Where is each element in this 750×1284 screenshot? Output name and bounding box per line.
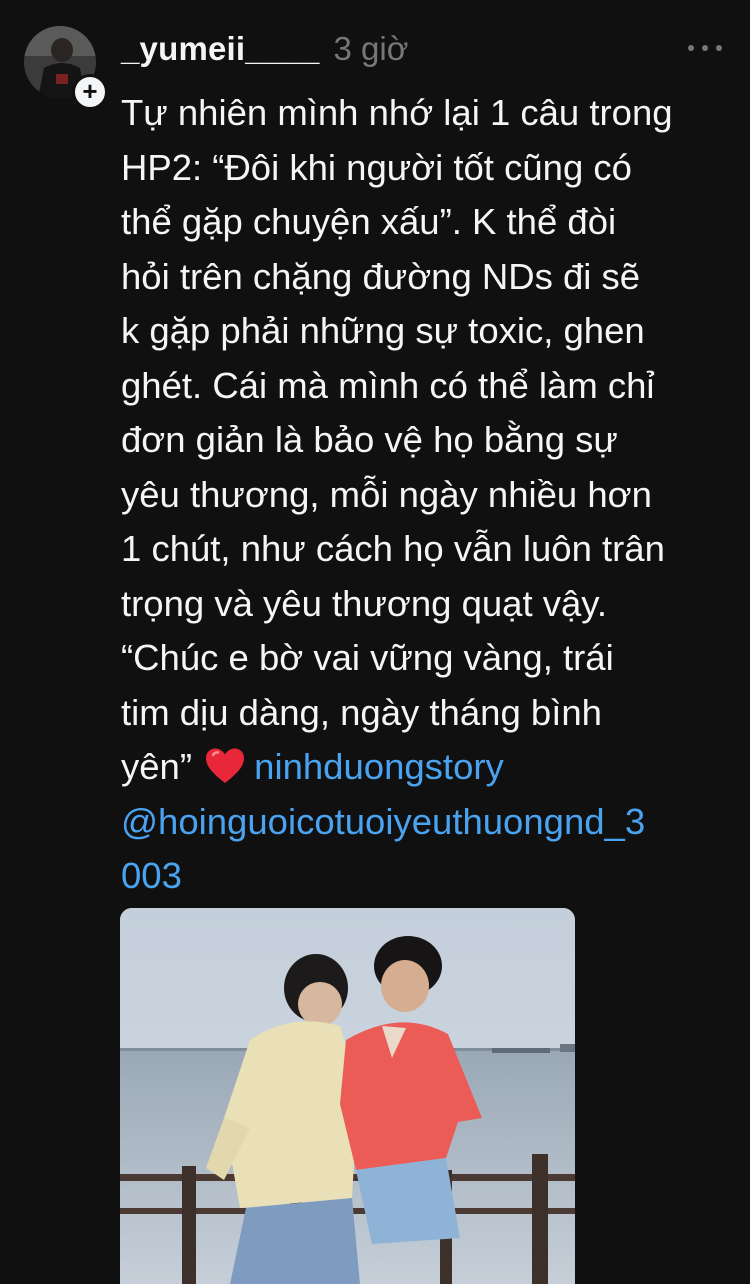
caption-line: tim dịu dàng, ngày tháng bình — [121, 691, 602, 733]
post-caption: Tự nhiên mình nhớ lại 1 câu trong HP2: “… — [121, 86, 731, 904]
caption-line: yêu thương, mỗi ngày nhiều hơn — [121, 473, 652, 515]
caption-line: “Chúc e bờ vai vững vàng, trái — [121, 637, 614, 678]
thread-post: + _yumeii____ 3 giờ Tự nhiên mình nhớ lạ… — [0, 0, 750, 1284]
caption-line: Tự nhiên mình nhớ lại 1 câu trong — [121, 92, 673, 133]
author-avatar-container[interactable]: + — [24, 26, 108, 110]
follow-button[interactable]: + — [72, 74, 108, 110]
caption-line: trọng và yêu thương quạt vậy. — [121, 582, 607, 624]
caption-text: yên” — [121, 746, 193, 787]
caption-line: thể gặp chuyện xấu”. K thể đòi — [121, 201, 617, 242]
more-horizontal-icon[interactable] — [688, 41, 722, 55]
post-timestamp: 3 giờ — [333, 30, 409, 67]
caption-line: đơn giản là bảo vệ họ bằng sự — [121, 419, 618, 460]
caption-line: 1 chút, như cách họ vẫn luôn trân — [121, 528, 665, 569]
caption-line-last: yên” ninhduongstory — [121, 740, 731, 795]
caption-line: hỏi trên chặng đường NDs đi sẽ — [121, 255, 641, 297]
caption-line: ghét. Cái mà mình có thể làm chỉ — [121, 364, 655, 406]
plus-icon: + — [82, 76, 98, 106]
username[interactable]: _yumeii____ — [121, 30, 320, 68]
post-image[interactable] — [120, 908, 575, 1284]
mention-link[interactable]: @hoinguoicotuoiyeuthuongnd_3 — [121, 795, 731, 850]
heart-emoji-icon — [206, 748, 245, 783]
caption-line: HP2: “Đôi khi người tốt cũng có — [121, 146, 632, 188]
post-header: _yumeii____ 3 giờ — [121, 24, 408, 74]
hashtag-link[interactable]: ninhduongstory — [254, 746, 504, 787]
caption-line: k gặp phải những sự toxic, ghen — [121, 310, 645, 351]
mention-link-continuation[interactable]: 003 — [121, 849, 731, 904]
